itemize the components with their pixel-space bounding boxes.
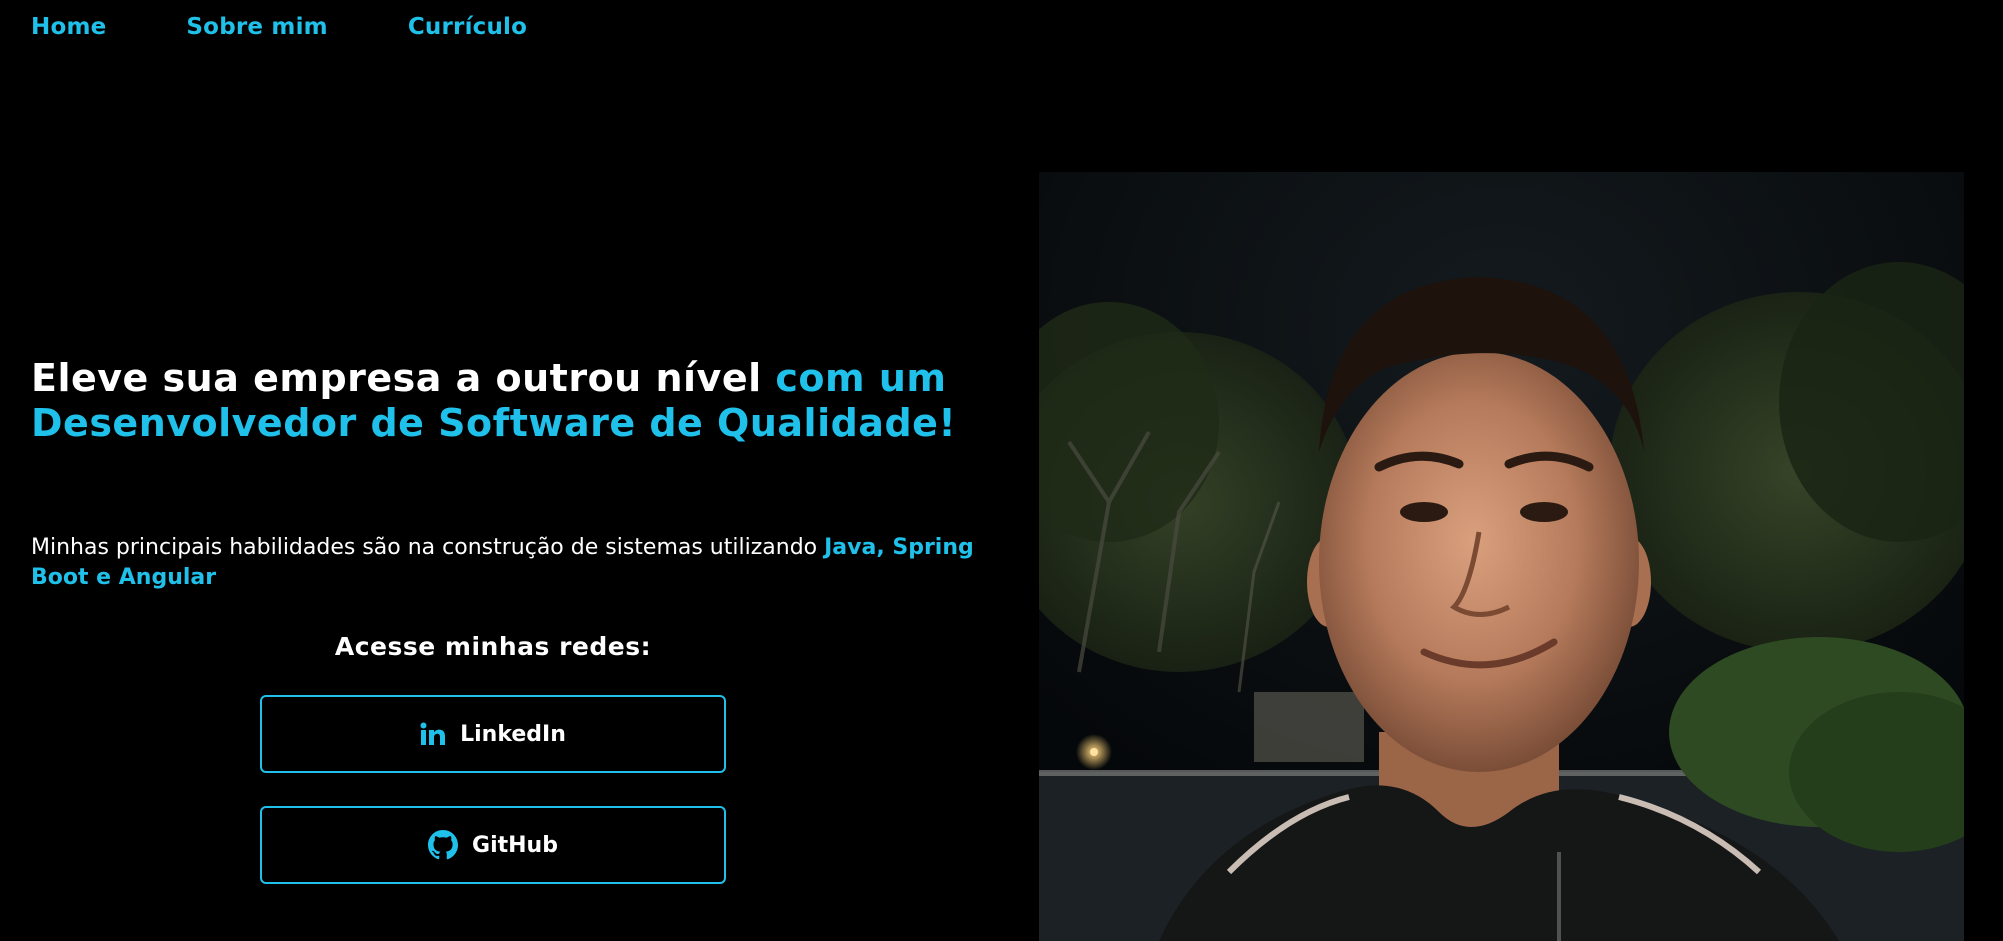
profile-photo — [1039, 172, 1964, 941]
nav-resume-link[interactable]: Currículo — [408, 14, 527, 40]
github-label: GitHub — [472, 832, 558, 858]
nav-home-link[interactable]: Home — [31, 14, 106, 40]
headline-white: Eleve sua empresa a outrou nível — [31, 356, 762, 400]
skills-text: Minhas principais habilidades são na con… — [31, 533, 981, 593]
linkedin-label: LinkedIn — [460, 721, 566, 747]
github-button[interactable]: GitHub — [260, 806, 726, 884]
github-icon — [428, 830, 459, 860]
hero-headline: Eleve sua empresa a outrou nível com um … — [31, 356, 981, 446]
linkedin-icon — [420, 722, 446, 746]
skills-description: Minhas principais habilidades são na con… — [31, 535, 818, 560]
networks-title: Acesse minhas redes: — [334, 632, 652, 661]
linkedin-button[interactable]: LinkedIn — [260, 695, 726, 773]
nav-about-link[interactable]: Sobre mim — [186, 14, 327, 40]
top-nav: Home Sobre mim Currículo — [31, 14, 527, 40]
